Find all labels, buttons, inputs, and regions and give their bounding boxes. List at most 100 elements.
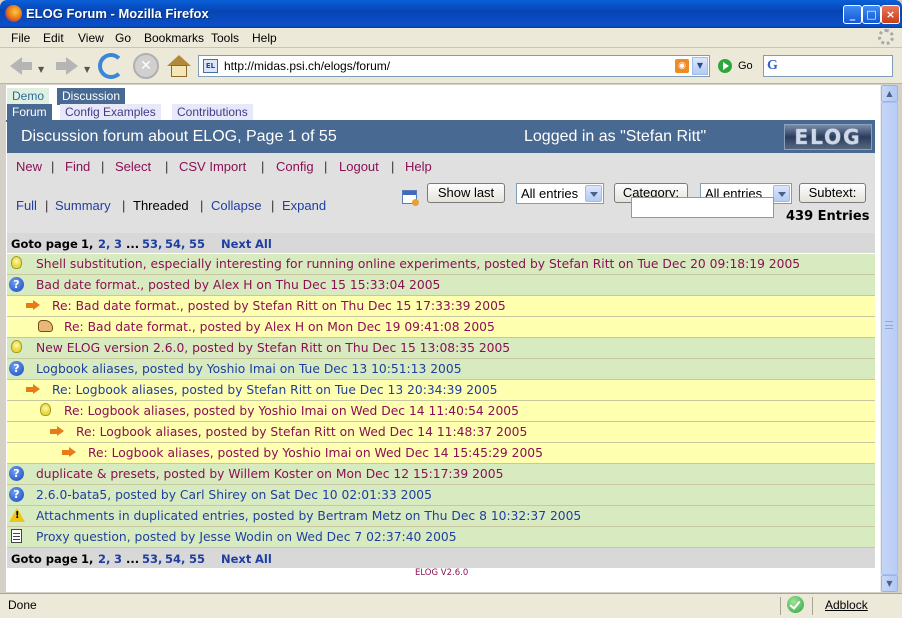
elog-version-link[interactable]: ELOG V2.6.0 — [415, 568, 468, 578]
next-page-link[interactable]: Next — [221, 237, 251, 251]
list-item[interactable]: ? Bad date format., posted by Alex H on … — [7, 275, 875, 296]
list-item[interactable]: Shell substitution, especially interesti… — [7, 254, 875, 275]
list-item[interactable]: Proxy question, posted by Jesse Wodin on… — [7, 527, 875, 548]
all-pages-link[interactable]: All — [255, 237, 272, 251]
hand-icon — [38, 320, 53, 332]
main-menu: New | Find | Select | CSV Import | Confi… — [7, 153, 875, 179]
reload-icon[interactable] — [98, 53, 124, 79]
subtext-button[interactable]: Subtext: — [799, 183, 866, 203]
list-item[interactable]: Attachments in duplicated entries, poste… — [7, 506, 875, 527]
scroll-down-icon[interactable]: ▼ — [881, 575, 898, 592]
address-url[interactable]: http://midas.psi.ch/elogs/forum/ — [224, 59, 390, 73]
forward-dropdown-icon[interactable]: ▼ — [84, 65, 90, 74]
page-link-53[interactable]: 53, — [142, 237, 162, 251]
page-link-2[interactable]: 2, — [98, 552, 110, 566]
entries-filter-select[interactable]: All entries — [516, 183, 604, 204]
page-link-55[interactable]: 55 — [189, 237, 205, 251]
question-icon: ? — [9, 466, 24, 481]
back-dropdown-icon[interactable]: ▼ — [38, 65, 44, 74]
entries-count: 439 Entries — [786, 209, 870, 224]
menu-go[interactable]: Go — [115, 31, 131, 45]
view-summary-link[interactable]: Summary — [55, 198, 111, 213]
arrow-icon — [62, 447, 76, 458]
login-status: Logged in as "Stefan Ritt" — [524, 128, 707, 145]
menu-new-link[interactable]: New — [16, 159, 42, 174]
navigation-toolbar: ▼ ▼ ✕ EL http://midas.psi.ch/elogs/forum… — [0, 48, 902, 84]
check-icon[interactable] — [787, 596, 804, 613]
window-title-bar: ELOG Forum - Mozilla Firefox _ □ × — [0, 0, 902, 28]
view-collapse-link[interactable]: Collapse — [211, 198, 262, 213]
list-item[interactable]: Re: Bad date format., posted by Stefan R… — [7, 296, 875, 317]
subtext-input[interactable] — [631, 197, 774, 218]
home-icon[interactable] — [166, 53, 192, 79]
show-last-button[interactable]: Show last — [427, 183, 505, 203]
page-content: Demo Discussion Forum Config Examples Co… — [6, 85, 880, 592]
vertical-scrollbar[interactable]: ▲ ▼ — [880, 85, 898, 592]
next-page-link[interactable]: Next — [221, 552, 251, 566]
search-input[interactable]: G — [763, 55, 893, 77]
back-button[interactable] — [8, 53, 34, 79]
page-link-53[interactable]: 53, — [142, 552, 162, 566]
go-icon[interactable] — [718, 59, 732, 73]
list-item[interactable]: Re: Logbook aliases, posted by Yoshio Im… — [7, 443, 875, 464]
calendar-icon[interactable] — [402, 190, 419, 206]
menu-bookmarks[interactable]: Bookmarks — [144, 31, 204, 45]
menu-config-link[interactable]: Config — [276, 159, 314, 174]
page-link-54[interactable]: 54, — [165, 552, 185, 566]
list-item[interactable]: ? 2.6.0-bata5, posted by Carl Shirey on … — [7, 485, 875, 506]
menu-help[interactable]: Help — [252, 31, 277, 45]
address-dropdown-icon[interactable]: ▼ — [692, 57, 708, 75]
forward-arrow-icon — [66, 57, 78, 75]
page-navigation-bottom: Goto page 1, 2, 3 ... 53, 54, 55 Next Al… — [7, 548, 875, 568]
page-link-55[interactable]: 55 — [189, 552, 205, 566]
list-item[interactable]: Re: Logbook aliases, posted by Stefan Ri… — [7, 422, 875, 443]
list-item[interactable]: ? duplicate & presets, posted by Willem … — [7, 464, 875, 485]
google-search-icon[interactable]: G — [767, 58, 778, 74]
list-item[interactable]: ? Logbook aliases, posted by Yoshio Imai… — [7, 359, 875, 380]
menu-csv-import-link[interactable]: CSV Import — [179, 159, 246, 174]
all-pages-link[interactable]: All — [255, 552, 272, 566]
view-full-link[interactable]: Full — [16, 198, 37, 213]
menu-tools[interactable]: Tools — [211, 31, 239, 45]
scroll-up-icon[interactable]: ▲ — [881, 85, 898, 102]
page-link-54[interactable]: 54, — [165, 237, 185, 251]
tab-logbook-config-examples[interactable]: Config Examples — [60, 104, 161, 121]
menu-help-link[interactable]: Help — [405, 159, 432, 174]
view-expand-link[interactable]: Expand — [282, 198, 326, 213]
list-item[interactable]: New ELOG version 2.6.0, posted by Stefan… — [7, 338, 875, 359]
tab-logbook-forum[interactable]: Forum — [7, 104, 52, 121]
menu-select-link[interactable]: Select — [115, 159, 151, 174]
address-bar[interactable]: EL http://midas.psi.ch/elogs/forum/ ◉ ▼ — [198, 55, 710, 77]
elog-logo[interactable]: ELOG — [784, 124, 872, 150]
scroll-grip-icon — [885, 321, 893, 329]
menu-logout-link[interactable]: Logout — [339, 159, 379, 174]
menu-view[interactable]: View — [78, 31, 104, 45]
throbber-icon — [878, 29, 894, 45]
note-icon — [11, 529, 22, 543]
stop-icon[interactable]: ✕ — [133, 53, 159, 79]
status-bar: Done Adblock — [0, 593, 902, 618]
view-threaded-current: Threaded — [133, 198, 189, 213]
scrollbar-thumb[interactable] — [881, 102, 898, 575]
adblock-link[interactable]: Adblock — [825, 598, 868, 612]
list-item[interactable]: Re: Logbook aliases, posted by Yoshio Im… — [7, 401, 875, 422]
menu-file[interactable]: File — [11, 31, 30, 45]
go-label[interactable]: Go — [738, 60, 753, 72]
page-link-3[interactable]: 3 — [114, 552, 122, 566]
rss-feed-icon[interactable]: ◉ — [675, 59, 689, 73]
menu-edit[interactable]: Edit — [43, 31, 64, 45]
warning-icon — [9, 508, 25, 522]
tab-group-discussion[interactable]: Discussion — [57, 88, 126, 105]
minimize-button[interactable]: _ — [843, 5, 862, 24]
maximize-button[interactable]: □ — [862, 5, 881, 24]
forward-button[interactable] — [54, 53, 80, 79]
chevron-down-icon — [773, 185, 790, 202]
close-button[interactable]: × — [881, 5, 900, 24]
tab-logbook-contributions[interactable]: Contributions — [172, 104, 253, 121]
tab-group-demo[interactable]: Demo — [7, 88, 50, 105]
list-item[interactable]: Re: Bad date format., posted by Alex H o… — [7, 317, 875, 338]
menu-find-link[interactable]: Find — [65, 159, 90, 174]
page-link-2[interactable]: 2, — [98, 237, 110, 251]
page-link-3[interactable]: 3 — [114, 237, 122, 251]
list-item[interactable]: Re: Logbook aliases, posted by Stefan Ri… — [7, 380, 875, 401]
